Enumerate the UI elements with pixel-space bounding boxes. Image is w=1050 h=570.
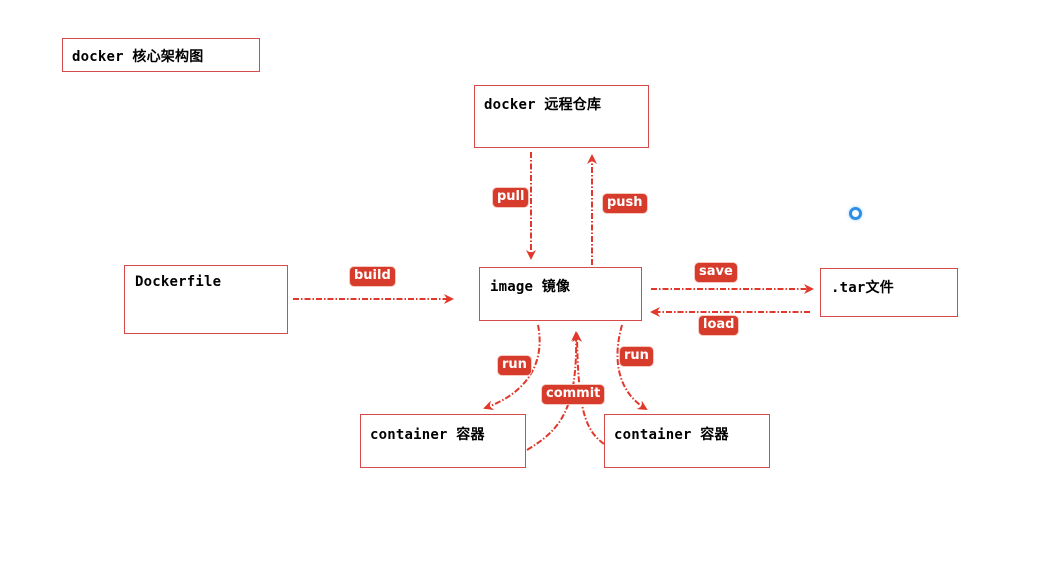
- save-label: save: [695, 263, 737, 282]
- push-label: push: [603, 194, 647, 213]
- pull-label: pull: [493, 188, 529, 207]
- run-left-label: run: [498, 356, 531, 375]
- load-label: load: [699, 316, 739, 335]
- arrows-layer: [293, 152, 814, 451]
- commit-label: commit: [542, 385, 605, 404]
- run-right-arrow: [616, 324, 648, 411]
- cursor-ring-icon: [849, 207, 862, 220]
- run-right-label: run: [620, 347, 653, 366]
- build-label: build: [350, 267, 395, 286]
